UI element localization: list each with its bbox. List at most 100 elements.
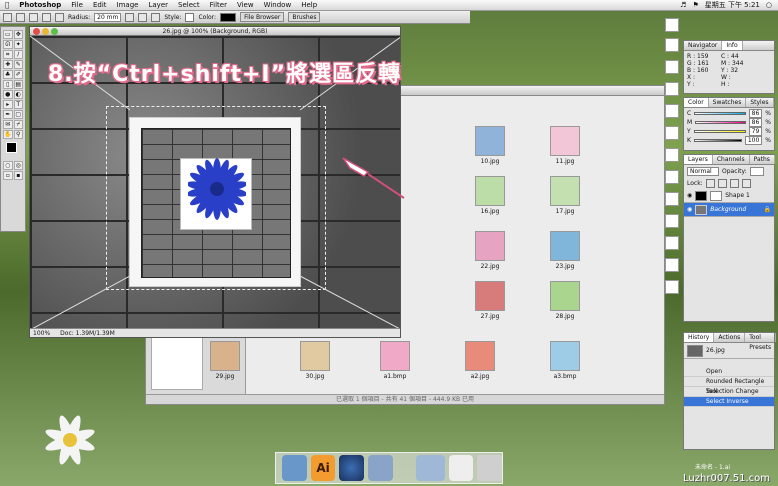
tab-paths[interactable]: Paths [750,155,775,164]
tab-info[interactable]: Info [722,41,743,50]
subtract-selection-icon[interactable] [42,12,51,22]
file-thumbnail[interactable]: a2.jpg [461,341,499,380]
brush-tool-icon[interactable]: ✎ [13,60,23,69]
stamp-tool-icon[interactable]: ♣ [3,70,13,79]
zoom-tool-icon[interactable]: ⚲ [13,130,23,139]
line-tool-icon[interactable] [138,12,148,22]
screen-mode-1-icon[interactable]: ▫ [3,171,13,180]
eye-icon[interactable]: ◉ [687,192,692,199]
desktop-file-icon[interactable] [665,214,679,228]
lock-transparency-icon[interactable] [705,178,715,188]
menu-window[interactable]: Window [259,1,297,9]
layer-row[interactable]: ◉ Shape 1 [684,189,774,203]
history-step[interactable]: Open [684,367,774,377]
zoom-level[interactable]: 100% [33,329,50,337]
channel-slider[interactable] [693,130,746,133]
radius-input[interactable]: 20 mm [94,12,122,22]
eraser-tool-icon[interactable]: ▯ [3,80,13,89]
tab-color[interactable]: Color [684,98,709,107]
color-picker[interactable] [3,140,23,160]
color-slider-row[interactable]: M 86% [684,118,774,127]
file-thumbnail[interactable]: a3.bmp [546,341,584,380]
menu-select[interactable]: Select [173,1,205,9]
screen-mode-2-icon[interactable]: ▪ [13,171,23,180]
tab-swatches[interactable]: Swatches [709,98,747,107]
doc-size[interactable]: Doc: 1.39M/1.39M [60,329,115,337]
channel-value[interactable]: 79 [748,127,763,136]
flag-icon[interactable]: ⚑ [692,1,698,9]
file-thumbnail[interactable]: 28.jpg [546,281,584,320]
desktop-file-icon[interactable] [665,170,679,184]
add-selection-icon[interactable] [29,12,38,22]
volume-icon[interactable]: ♬ [680,1,686,9]
desktop-file-icon[interactable] [665,104,679,118]
menu-view[interactable]: View [232,1,259,9]
move-tool-icon[interactable]: ✥ [13,30,23,39]
history-step[interactable]: Selection Change [684,387,774,397]
color-slider-row[interactable]: C 86% [684,109,774,118]
lock-all-icon[interactable] [741,178,751,188]
color-slider-row[interactable]: Y 79% [684,127,774,136]
tab-tool-presets[interactable]: Tool Presets [745,333,777,351]
healing-tool-icon[interactable]: ✚ [3,60,13,69]
tab-layers[interactable]: Layers [684,155,713,164]
standard-mode-icon[interactable]: ○ [3,161,13,170]
new-selection-icon[interactable] [16,12,25,22]
tab-brushes[interactable]: Brushes [288,12,321,22]
tab-channels[interactable]: Channels [713,155,750,164]
file-thumbnail[interactable]: 17.jpg [546,176,584,215]
gradient-tool-icon[interactable]: ▤ [13,80,23,89]
hand-tool-icon[interactable]: ✋ [3,130,13,139]
desktop-file-icon[interactable] [665,148,679,162]
blend-mode-select[interactable]: Normal [687,166,719,176]
desktop-file-icon[interactable] [665,38,679,52]
file-thumbnail[interactable]: 30.jpg [296,341,334,380]
slice-tool-icon[interactable]: ∕ [13,50,23,59]
file-thumbnail[interactable]: 11.jpg [546,126,584,165]
lasso-tool-icon[interactable]: ᘏ [3,40,13,49]
file-thumbnail[interactable]: 23.jpg [546,231,584,270]
illustrator-icon[interactable]: Ai [310,455,336,481]
type-tool-icon[interactable]: T [13,100,23,109]
preview-icon[interactable] [368,455,393,481]
shape-tool-icon[interactable] [125,12,135,22]
folder-icon[interactable] [416,455,445,481]
lock-brush-icon[interactable] [717,178,727,188]
file-thumbnail[interactable]: 16.jpg [471,176,509,215]
pen-tool-icon[interactable]: ✒ [3,110,13,119]
custom-shape-icon[interactable] [151,12,161,22]
channel-value[interactable]: 100 [744,136,763,145]
tab-actions[interactable]: Actions [714,333,746,342]
channel-value[interactable]: 86 [748,109,763,118]
intersect-selection-icon[interactable] [55,12,64,22]
blur-tool-icon[interactable]: ● [3,90,13,99]
desktop-file-icon[interactable] [665,60,679,74]
minimize-window-icon[interactable] [42,28,49,35]
eye-icon[interactable]: ◉ [687,206,692,213]
lock-move-icon[interactable] [729,178,739,188]
path-select-icon[interactable]: ▸ [3,100,13,109]
eyedropper-tool-icon[interactable]: ⌿ [13,120,23,129]
file-thumbnail[interactable]: a1.bmp [376,341,414,380]
color-swatch[interactable] [220,12,237,22]
document-titlebar[interactable]: 26.jpg @ 100% (Background, RGB) [30,27,400,36]
history-brush-icon[interactable]: ✐ [13,70,23,79]
trash-icon[interactable] [477,455,503,481]
channel-slider[interactable] [693,139,742,142]
color-slider-row[interactable]: K 100% [684,136,774,145]
finder-icon[interactable] [282,455,307,481]
channel-slider[interactable] [695,121,746,124]
photoshop-icon[interactable] [339,455,365,481]
layer-row[interactable]: ◉ Background 🔒 [684,203,774,217]
dodge-tool-icon[interactable]: ◐ [13,90,23,99]
desktop-file-icon[interactable] [665,236,679,250]
file-thumbnail[interactable]: 29.jpg [206,341,244,380]
documents-icon[interactable] [448,455,474,481]
menu-help[interactable]: Help [296,1,322,9]
crop-tool-icon[interactable]: ⌗ [3,50,13,59]
close-window-icon[interactable] [33,28,40,35]
channel-value[interactable]: 86 [748,118,763,127]
menu-filter[interactable]: Filter [205,1,232,9]
tab-styles[interactable]: Styles [746,98,774,107]
tab-navigator[interactable]: Navigator [684,41,723,50]
